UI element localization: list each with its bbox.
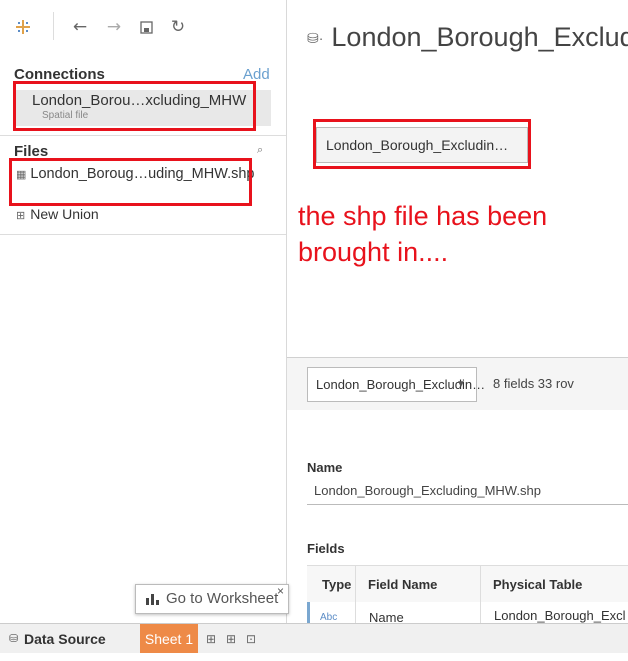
column-divider (355, 565, 356, 623)
physical-table-cell: London_Borough_Excl (494, 608, 626, 623)
toolbar-separator (53, 12, 54, 40)
union-icon: ⊞ (16, 210, 26, 222)
annotation-text: the shp file has been brought in.... (298, 198, 547, 270)
name-label: Name (307, 460, 343, 475)
new-story-icon[interactable]: ⊡ (242, 624, 260, 654)
column-divider (480, 565, 481, 623)
fields-label: Fields (307, 541, 345, 556)
name-field[interactable]: London_Borough_Excluding_MHW.shp (314, 483, 541, 498)
page-title-text: London_Borough_Exclud (331, 22, 628, 52)
page-title[interactable]: ⛁· London_Borough_Exclud (307, 22, 628, 53)
chevron-down-icon: ▼ (456, 379, 466, 390)
save-icon[interactable] (135, 16, 157, 38)
tableau-logo-icon[interactable] (12, 16, 34, 38)
column-header-physical-table[interactable]: Physical Table (493, 577, 582, 592)
highlight-box-file (9, 158, 252, 206)
new-worksheet-icon[interactable]: ⊞ (202, 624, 220, 654)
tooltip-label: Go to Worksheet (166, 590, 279, 607)
table-select-dropdown[interactable]: London_Borough_Excludin… ▼ (307, 367, 485, 402)
divider (0, 135, 286, 136)
bottom-tab-bar: ⛁ Data Source Sheet 1 ⊞ ⊞ ⊡ (0, 623, 628, 654)
column-header-type[interactable]: Type (322, 577, 351, 592)
refresh-icon[interactable]: ↻ (167, 16, 189, 38)
fields-rows-count: 8 fields 33 rov (493, 376, 574, 391)
database-icon: ⛁· (307, 30, 324, 47)
new-union-label: New Union (30, 206, 99, 222)
sheet-tab[interactable]: Sheet 1 (140, 624, 198, 654)
database-icon: ⛁ (9, 633, 19, 645)
bar-chart-icon (145, 585, 160, 613)
left-pane: ← → ↻ Connections Add London_Borou…xclud… (0, 0, 287, 623)
name-field-underline (307, 504, 628, 505)
forward-arrow-icon[interactable]: → (103, 16, 125, 38)
close-icon[interactable]: × (277, 577, 284, 605)
new-union-item[interactable]: ⊞ New Union (16, 206, 99, 222)
highlight-box-connection (13, 81, 256, 131)
annotation-line-1: the shp file has been (298, 201, 548, 231)
toolbar: ← → ↻ (0, 0, 286, 58)
type-abc-icon[interactable]: Abc (320, 612, 337, 623)
column-header-field-name[interactable]: Field Name (368, 577, 437, 592)
field-name-cell: Name (369, 610, 404, 623)
go-to-worksheet-tooltip[interactable]: Go to Worksheet × (135, 584, 289, 614)
highlight-box-canvas (313, 119, 531, 169)
search-icon[interactable]: ⌕ (257, 144, 263, 157)
divider (0, 234, 286, 235)
data-source-label: Data Source (24, 631, 106, 647)
annotation-line-2: brought in.... (298, 237, 449, 267)
back-arrow-icon[interactable]: ← (69, 16, 91, 38)
data-source-tab[interactable]: ⛁ Data Source (0, 624, 140, 654)
bottom-edge (0, 653, 628, 661)
new-dashboard-icon[interactable]: ⊞ (222, 624, 240, 654)
